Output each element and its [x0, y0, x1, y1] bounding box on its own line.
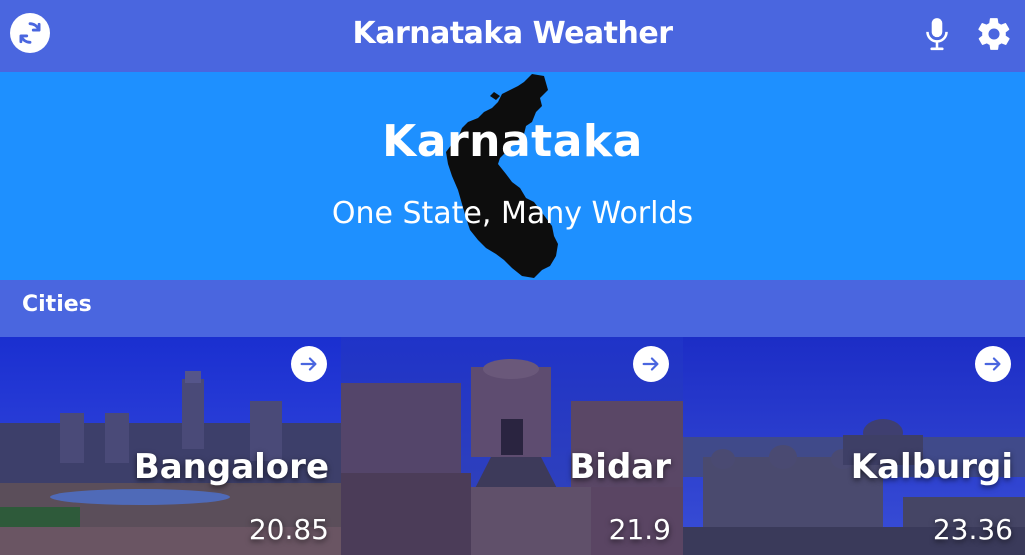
city-temperature: 20.85 [248, 513, 329, 546]
hero-banner: Karnataka One State, Many Worlds [0, 72, 1025, 280]
city-name: Kalburgi [850, 447, 1013, 487]
city-name: Bangalore [133, 447, 329, 487]
city-temperature: 23.36 [932, 513, 1013, 546]
arrow-right-icon [642, 357, 659, 371]
settings-button[interactable] [974, 14, 1014, 54]
arrow-right-icon [300, 357, 317, 371]
voice-search-button[interactable] [922, 14, 952, 54]
open-bidar-button[interactable] [633, 346, 669, 382]
arrow-right-icon [984, 357, 1001, 371]
city-card-bidar[interactable]: Bidar 21.9 [341, 337, 683, 555]
app-title: Karnataka Weather [352, 16, 673, 51]
gear-icon [978, 18, 1010, 50]
cities-section-label: Cities [22, 292, 92, 317]
microphone-icon [926, 18, 948, 51]
city-card-kalburgi[interactable]: Kalburgi 23.36 [683, 337, 1025, 555]
open-kalburgi-button[interactable] [975, 346, 1011, 382]
app-bar: Karnataka Weather [0, 0, 1025, 72]
karnataka-map-silhouette [446, 74, 558, 278]
city-temperature: 21.9 [608, 513, 671, 546]
city-name: Bidar [569, 447, 671, 487]
hero-title: Karnataka [382, 116, 643, 167]
city-card-bangalore[interactable]: Bangalore 20.85 [0, 337, 341, 555]
open-bangalore-button[interactable] [291, 346, 327, 382]
hero-subtitle: One State, Many Worlds [331, 196, 694, 231]
